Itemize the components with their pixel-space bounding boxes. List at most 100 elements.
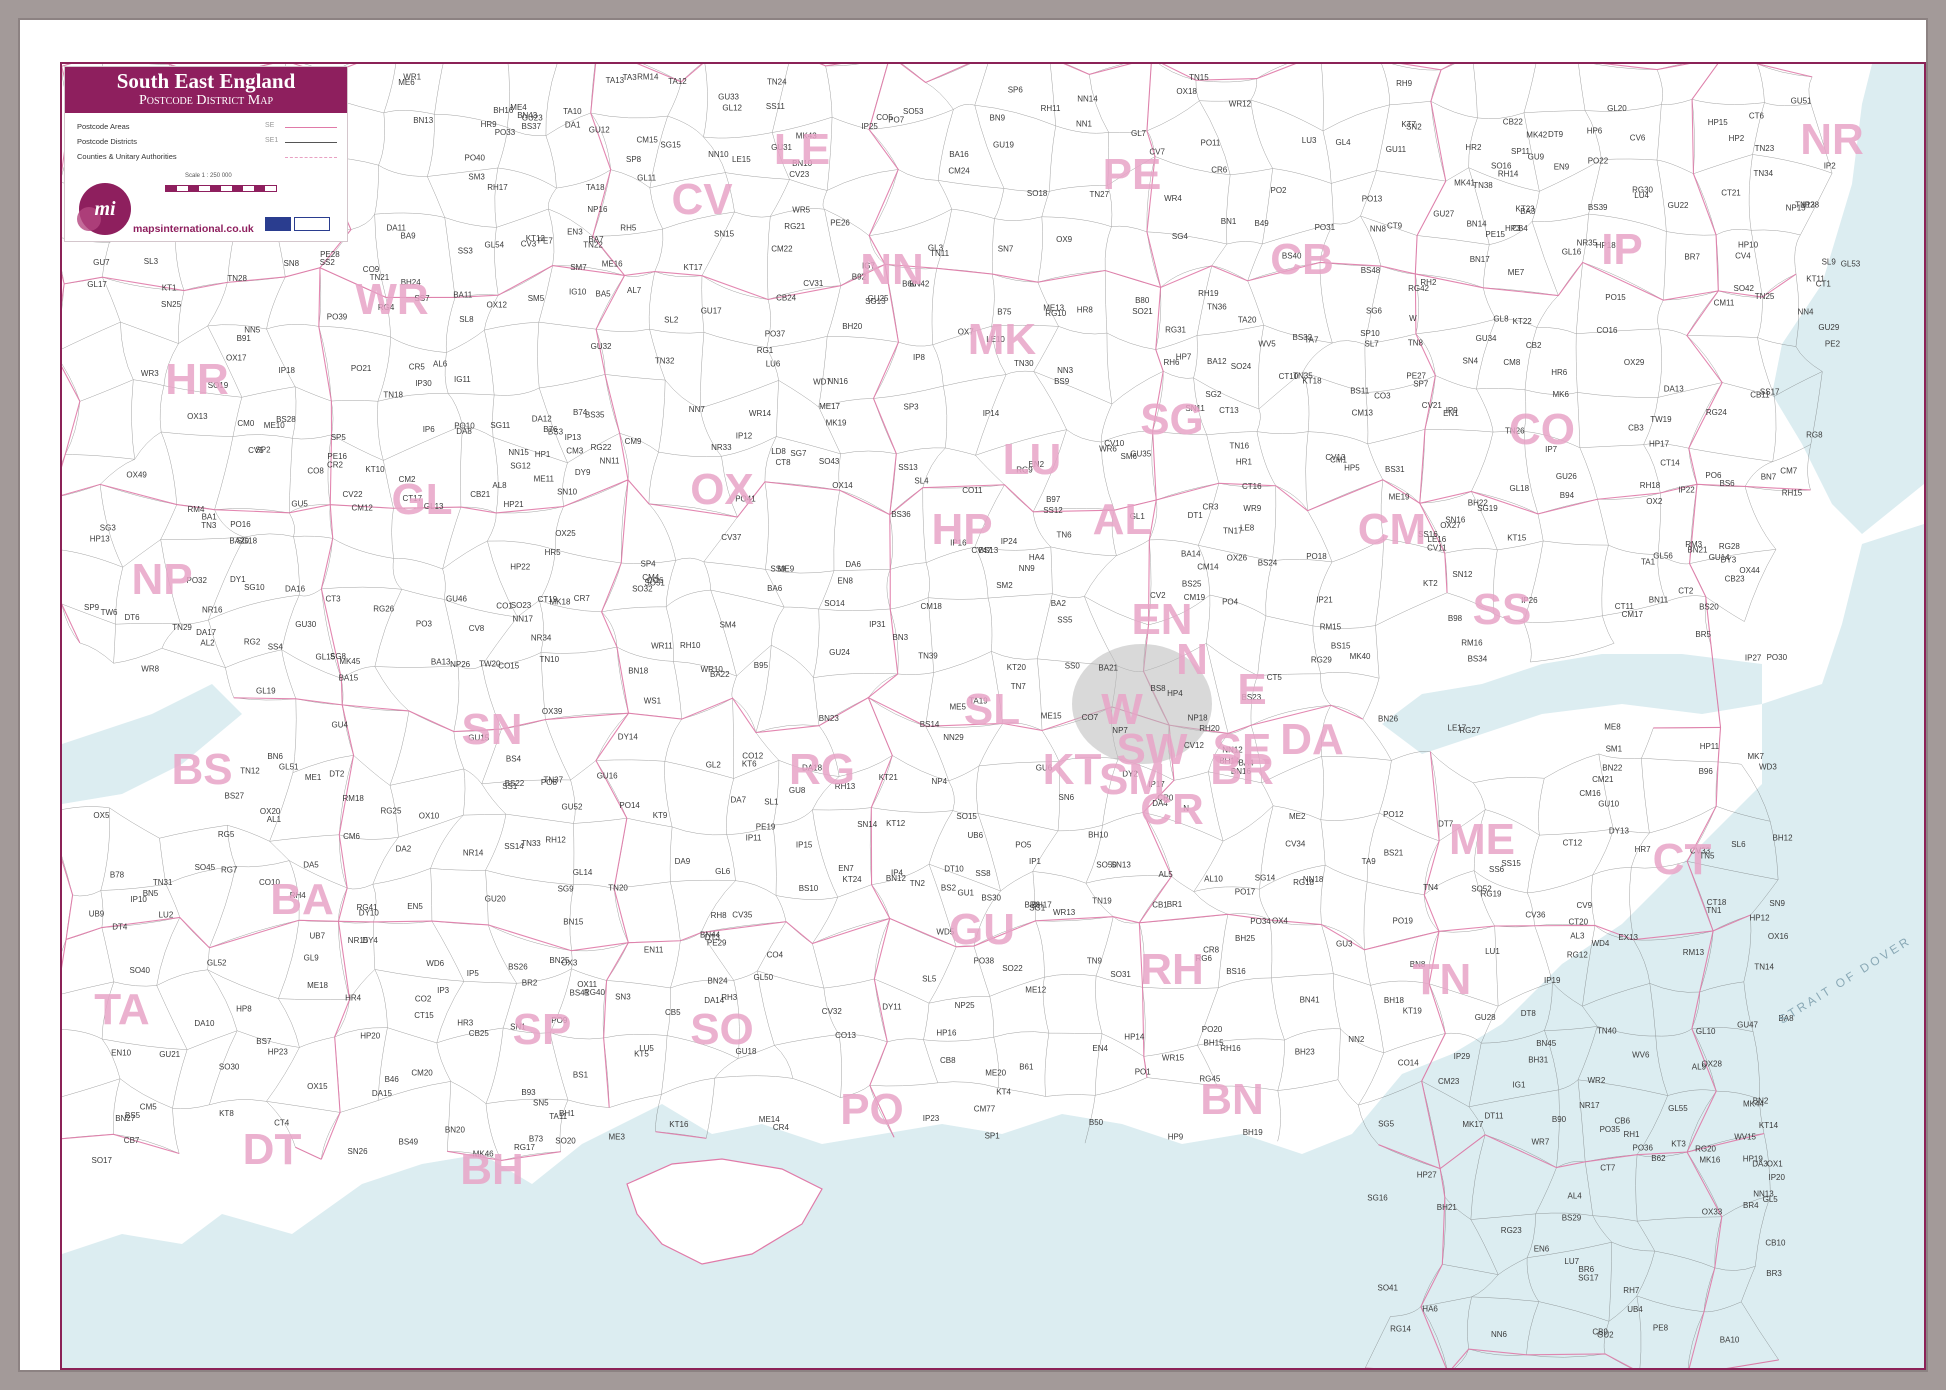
district-boundary [442, 568, 446, 600]
district-boundary [890, 562, 927, 570]
postcode-map[interactable]: LE10 LE8 LE16 LE15 LE17 PE2 PE7 PE8 PE15 PE16 PE26… [60, 62, 1926, 1370]
legend-item-postcode-districts: Postcode Districts SE1 [77, 135, 347, 149]
district-label: CV6 [1630, 133, 1646, 142]
district-label: PE19 [756, 822, 776, 831]
district-label: NN4 [1798, 307, 1815, 316]
district-boundary [925, 672, 934, 727]
district-label: RH1 [1624, 1130, 1641, 1139]
district-label: SM7 [570, 263, 587, 272]
district-boundary [1523, 615, 1603, 623]
district-boundary [770, 179, 790, 217]
district-label: ME14 [759, 1115, 780, 1124]
district-label: CR2 [327, 460, 344, 469]
district-label: BR3 [1766, 1269, 1782, 1278]
area-label-np: NP [131, 555, 192, 604]
district-boundary [1337, 1028, 1341, 1080]
district-label: B94 [1560, 491, 1575, 500]
logo-text: mi [94, 198, 116, 220]
district-boundary [62, 939, 67, 952]
district-boundary [1320, 673, 1332, 706]
district-label: BA16 [949, 150, 969, 159]
district-boundary [1032, 511, 1052, 548]
district-label: TN35 [1293, 372, 1313, 381]
district-label: BN17 [1470, 255, 1491, 264]
area-boundary [64, 261, 1797, 301]
district-label: SS12 [1043, 506, 1063, 515]
district-label: KT14 [1759, 1121, 1779, 1130]
district-boundary [292, 434, 332, 440]
district-label: CO2 [415, 995, 432, 1004]
district-label: CM9 [625, 437, 642, 446]
website-link[interactable]: mapsinternational.co.uk [133, 223, 254, 235]
district-label: CT9 [1387, 221, 1403, 230]
area-label-hr: HR [165, 355, 229, 404]
district-boundary [789, 179, 828, 191]
district-boundary [976, 765, 980, 814]
district-label: KT6 [742, 760, 757, 769]
district-boundary [710, 590, 737, 677]
district-label: OX1 [1767, 1159, 1784, 1168]
area-label-gu: GU [949, 905, 1015, 954]
district-boundary [840, 450, 897, 455]
district-boundary [1772, 396, 1777, 462]
district-label: PO7 [888, 116, 905, 125]
district-label: BR1 [1167, 900, 1183, 909]
district-boundary [1376, 170, 1446, 182]
district-label: ME8 [1604, 723, 1621, 732]
district-label: HP12 [1750, 913, 1771, 922]
district-label: ME3 [609, 1132, 626, 1141]
district-label: GL12 [722, 103, 742, 112]
district-boundary [1066, 429, 1102, 443]
district-label: BN12 [886, 874, 907, 883]
district-label: GL17 [87, 280, 107, 289]
district-label: GU21 [159, 1050, 180, 1059]
district-boundary [266, 276, 286, 330]
district-label: SN3 [615, 993, 631, 1002]
district-label: GU47 [1737, 1020, 1758, 1029]
district-label: SO22 [1002, 964, 1023, 973]
map-canvas[interactable]: LE10LE8LE16LE15LE17PE2PE7PE8PE15PE16PE26… [62, 64, 1924, 1368]
district-label: OX26 [1227, 554, 1248, 563]
district-label: PE15 [1485, 230, 1505, 239]
district-boundary [1049, 125, 1056, 192]
district-boundary [431, 920, 465, 982]
district-boundary [1693, 154, 1753, 174]
district-label: RH19 [1198, 289, 1219, 298]
district-label: CT14 [1660, 458, 1680, 467]
district-boundary [492, 437, 499, 513]
district-boundary [62, 856, 73, 896]
district-boundary [373, 921, 376, 970]
district-boundary [393, 558, 443, 570]
district-label: WR5 [792, 206, 810, 215]
district-label: BS11 [1350, 387, 1370, 396]
district-boundary [772, 825, 777, 896]
area-label-sn: SN [461, 705, 522, 754]
district-boundary [948, 765, 980, 782]
district-boundary [948, 780, 955, 811]
district-boundary [443, 599, 459, 666]
district-label: TN2 [910, 879, 926, 888]
district-boundary [776, 436, 841, 455]
district-label: SM6 [1121, 452, 1138, 461]
district-label: SO41 [1378, 1284, 1399, 1293]
district-label: GU24 [829, 648, 850, 657]
area-label-sw: SW [1117, 725, 1188, 774]
district-boundary [494, 227, 499, 296]
district-label: NN17 [513, 615, 534, 624]
district-label: CV4 [1735, 251, 1751, 260]
district-label: TN3 [201, 521, 217, 530]
area-label-cm: CM [1358, 505, 1426, 554]
district-boundary [1050, 546, 1053, 594]
district-label: NN6 [1491, 1330, 1508, 1339]
district-boundary [1527, 892, 1535, 926]
district-label: BS24 [1258, 558, 1278, 567]
district-label: BN24 [708, 977, 729, 986]
map-subtitle: Postcode District Map [138, 93, 274, 108]
district-label: HA6 [1422, 1304, 1438, 1313]
district-label: NN29 [943, 733, 964, 742]
district-label: DT11 [1485, 1111, 1505, 1120]
area-label-so: SO [690, 1005, 754, 1054]
district-label: TN28 [227, 274, 247, 283]
district-label: SG11 [490, 421, 510, 430]
district-label: SG12 [510, 462, 531, 471]
